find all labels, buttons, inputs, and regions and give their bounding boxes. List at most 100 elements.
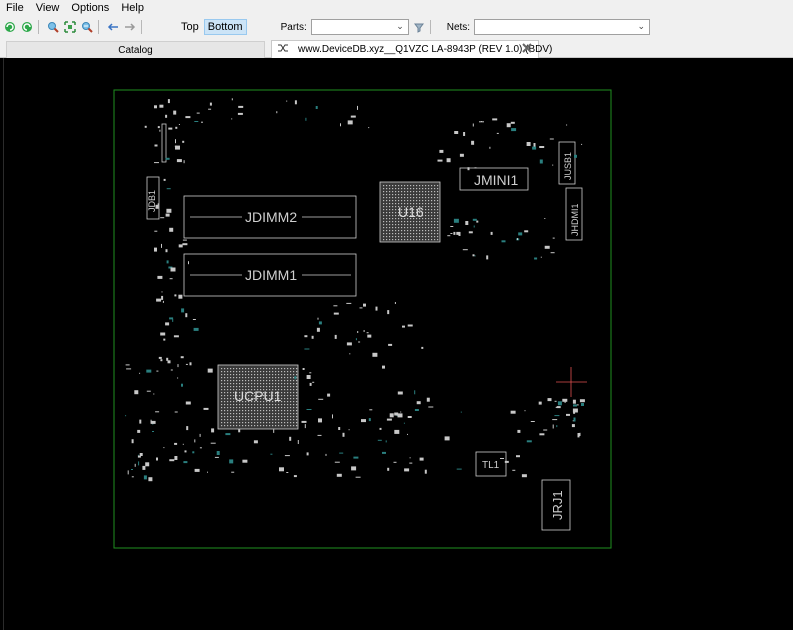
bga-ball <box>383 239 385 241</box>
bga-ball <box>383 218 385 220</box>
component-pad <box>489 146 491 149</box>
bga-ball <box>236 422 238 424</box>
fit-icon[interactable] <box>63 20 77 34</box>
component-pad <box>209 102 212 106</box>
component-pad <box>414 409 419 411</box>
bga-ball <box>248 422 250 424</box>
bga-ball <box>221 416 223 418</box>
bga-ball <box>251 416 253 418</box>
component-pad <box>459 153 464 157</box>
bga-ball <box>407 221 409 223</box>
component-pad <box>297 440 299 444</box>
bga-ball <box>383 197 385 199</box>
bga-ball <box>224 371 226 373</box>
component-pad <box>325 453 327 456</box>
component-pad <box>286 100 288 102</box>
view-top-button[interactable]: Top <box>178 19 202 35</box>
component-pad <box>302 368 305 370</box>
bga-ball <box>254 377 256 379</box>
bga-ball <box>437 206 439 208</box>
menu-help[interactable]: Help <box>121 2 144 14</box>
bga-ball <box>227 392 229 394</box>
component-pad <box>386 418 392 421</box>
zoom-out-icon[interactable] <box>80 20 94 34</box>
bga-ball <box>293 419 295 421</box>
bga-ball <box>434 221 436 223</box>
bga-ball <box>383 221 385 223</box>
component-pad <box>572 408 578 413</box>
component-pad <box>178 294 183 299</box>
zoom-in-icon[interactable] <box>46 20 60 34</box>
bga-ball <box>257 404 259 406</box>
nets-combobox[interactable]: ⌄ <box>474 19 651 35</box>
menu-options[interactable]: Options <box>71 2 109 14</box>
bga-ball <box>434 206 436 208</box>
bga-ball <box>404 239 406 241</box>
close-icon[interactable] <box>522 43 532 56</box>
tab-document[interactable]: www.DeviceDB.xyz__Q1VZC LA-8943P (REV 1.… <box>271 40 552 58</box>
bga-ball <box>290 410 292 412</box>
forward-icon[interactable] <box>123 20 137 34</box>
search-part-icon[interactable] <box>412 20 426 34</box>
board-canvas[interactable]: JDB1 JDIMM2 JDIMM1 U16 JMINI1 JUSB1 JHDM… <box>3 58 793 630</box>
bga-ball <box>248 425 250 427</box>
bga-ball <box>437 236 439 238</box>
bga-ball <box>236 413 238 415</box>
bga-ball <box>428 218 430 220</box>
bga-ball <box>407 185 409 187</box>
bga-ball <box>395 218 397 220</box>
bga-ball <box>233 410 235 412</box>
bga-ball <box>278 422 280 424</box>
bga-ball <box>296 425 298 427</box>
bga-ball <box>239 407 241 409</box>
bga-ball <box>242 413 244 415</box>
component-pad <box>419 457 424 461</box>
parts-combobox[interactable]: ⌄ <box>310 19 409 35</box>
component-pad <box>351 466 357 471</box>
component-pad <box>454 131 459 134</box>
component-pad <box>543 429 548 431</box>
back-icon[interactable] <box>106 20 120 34</box>
bga-ball <box>278 416 280 418</box>
component-pad <box>414 390 416 395</box>
bga-ball <box>230 386 232 388</box>
bga-ball <box>383 233 385 235</box>
rotate-right-icon[interactable] <box>20 20 34 34</box>
component-pad <box>388 343 393 346</box>
bga-ball <box>284 380 286 382</box>
bga-ball <box>383 215 385 217</box>
view-bottom-button[interactable]: Bottom <box>203 19 247 35</box>
bga-ball <box>404 185 406 187</box>
bga-ball <box>290 368 292 370</box>
bga-ball <box>422 233 424 235</box>
bga-ball <box>281 422 283 424</box>
component-pad <box>131 439 134 444</box>
component-pad <box>577 433 580 438</box>
bga-ball <box>251 380 253 382</box>
component-pad <box>394 429 400 434</box>
bga-ball <box>386 215 388 217</box>
component-pad <box>182 243 188 246</box>
component-pad <box>387 467 390 471</box>
menu-file[interactable]: File <box>6 2 24 14</box>
bga-ball <box>278 404 280 406</box>
component-pad <box>284 455 290 457</box>
component-pad <box>188 261 189 265</box>
bga-ball <box>407 194 409 196</box>
component-pad <box>506 123 511 128</box>
bga-ball <box>392 218 394 220</box>
component-pad <box>161 291 163 293</box>
bga-ball <box>224 389 226 391</box>
rotate-left-icon[interactable] <box>3 20 17 34</box>
board-drawing[interactable]: JDB1 JDIMM2 JDIMM1 U16 JMINI1 JUSB1 JHDM… <box>4 58 793 630</box>
component-pad <box>424 469 427 474</box>
bga-ball <box>263 425 265 427</box>
menu-view[interactable]: View <box>36 2 60 14</box>
bga-ball <box>413 185 415 187</box>
bga-ball <box>386 209 388 211</box>
bga-ball <box>296 386 298 388</box>
bga-ball <box>281 407 283 409</box>
bga-ball <box>398 221 400 223</box>
bga-ball <box>227 368 229 370</box>
tab-catalog[interactable]: Catalog <box>6 41 265 58</box>
